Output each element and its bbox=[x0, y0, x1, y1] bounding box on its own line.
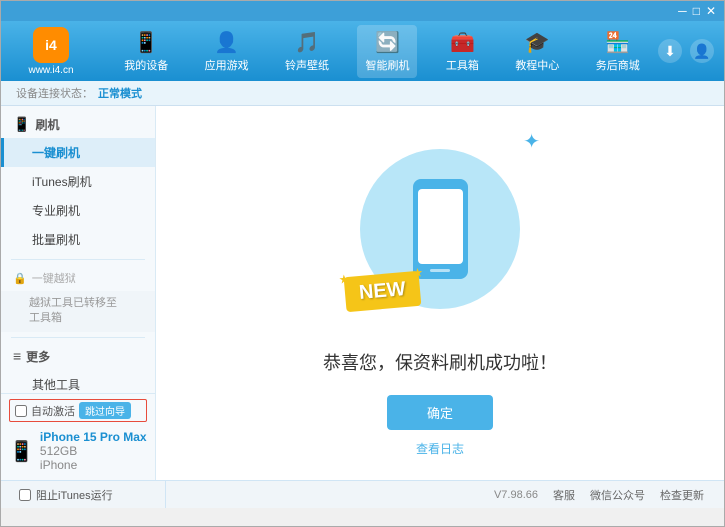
device-details: iPhone 15 Pro Max 512GB iPhone bbox=[40, 430, 147, 472]
check-update-link[interactable]: 检查更新 bbox=[660, 487, 704, 503]
flash-section-icon: 📱 bbox=[13, 116, 30, 133]
close-icon[interactable]: ✕ bbox=[706, 4, 716, 18]
bottom-bar: 阻止iTunes运行 V7.98.66 客服 微信公众号 检查更新 bbox=[1, 480, 724, 508]
sidebar-batch-flash[interactable]: 批量刷机 bbox=[1, 225, 155, 254]
tutorial-icon: 🎓 bbox=[525, 30, 550, 55]
status-prefix: 设备连接状态： bbox=[16, 85, 93, 101]
middle-section: 📱 刷机 一键刷机 iTunes刷机 专业刷机 批量刷机 bbox=[1, 106, 724, 480]
nav-apps-games[interactable]: 👤 应用游戏 bbox=[197, 25, 257, 78]
stop-itunes-checkbox[interactable] bbox=[19, 489, 31, 501]
sidebar-scroll: 📱 刷机 一键刷机 iTunes刷机 专业刷机 批量刷机 bbox=[1, 106, 155, 393]
auto-activate-row: 自动激活 跳过向导 bbox=[9, 399, 147, 422]
smart-flash-icon: 🔄 bbox=[375, 30, 400, 55]
auto-activate-label: 自动激活 bbox=[31, 403, 75, 419]
logo-subtitle: www.i4.cn bbox=[28, 65, 73, 76]
status-bar: 设备连接状态： 正常模式 bbox=[1, 81, 724, 106]
sidebar-divider-2 bbox=[11, 337, 145, 338]
sidebar-itunes-flash[interactable]: iTunes刷机 bbox=[1, 167, 155, 196]
device-name: iPhone 15 Pro Max bbox=[40, 430, 147, 444]
sidebar-pro-flash[interactable]: 专业刷机 bbox=[1, 196, 155, 225]
nav-ringtones[interactable]: 🎵 铃声壁纸 bbox=[277, 25, 337, 78]
version-text: V7.98.66 bbox=[494, 489, 538, 501]
business-icon: 🏪 bbox=[605, 30, 630, 55]
sidebar-jailbreak-disabled: 🔒 一键越狱 bbox=[1, 265, 155, 291]
lock-icon: 🔒 bbox=[13, 272, 27, 285]
nav-bar: 📱 我的设备 👤 应用游戏 🎵 铃声壁纸 🔄 智能刷机 🧰 工具箱 bbox=[106, 25, 658, 78]
header-right: ⬇ 👤 bbox=[658, 39, 714, 63]
sidebar-device-section: 自动激活 跳过向导 📱 iPhone 15 Pro Max 512GB iPho… bbox=[1, 393, 155, 480]
success-message: 恭喜您，保资料刷机成功啦！ bbox=[323, 349, 557, 375]
minimize-icon[interactable]: ─ bbox=[678, 4, 687, 18]
confirm-button[interactable]: 确定 bbox=[387, 395, 493, 430]
device-type: iPhone bbox=[40, 458, 147, 472]
window-titlebar: ─ □ ✕ bbox=[1, 1, 724, 21]
auto-activate-checkbox[interactable] bbox=[15, 405, 27, 417]
customer-service-link[interactable]: 客服 bbox=[553, 487, 575, 503]
phone-home-button bbox=[430, 269, 450, 272]
window-controls: ─ □ ✕ bbox=[678, 4, 716, 18]
header: i4 www.i4.cn 📱 我的设备 👤 应用游戏 🎵 铃声壁纸 bbox=[1, 21, 724, 81]
apps-games-icon: 👤 bbox=[214, 30, 239, 55]
device-info-row: 📱 iPhone 15 Pro Max 512GB iPhone bbox=[9, 427, 147, 475]
ringtones-icon: 🎵 bbox=[295, 30, 320, 55]
account-button[interactable]: 👤 bbox=[690, 39, 714, 63]
nav-toolbox[interactable]: 🧰 工具箱 bbox=[438, 25, 487, 78]
wechat-public-link[interactable]: 微信公众号 bbox=[590, 487, 645, 503]
sidebar-divider-1 bbox=[11, 259, 145, 260]
skip-guide-button[interactable]: 跳过向导 bbox=[79, 402, 131, 419]
sidebar-more-title: ≡ 更多 bbox=[1, 343, 155, 370]
my-device-icon: 📱 bbox=[134, 30, 159, 55]
more-section-icon: ≡ bbox=[13, 348, 21, 364]
success-illustration: NEW ✦ bbox=[340, 129, 540, 329]
device-storage: 512GB bbox=[40, 444, 147, 458]
device-phone-icon: 📱 bbox=[9, 439, 34, 464]
bottom-right-section: V7.98.66 客服 微信公众号 检查更新 bbox=[166, 487, 714, 503]
sidebar: 📱 刷机 一键刷机 iTunes刷机 专业刷机 批量刷机 bbox=[1, 106, 156, 480]
phone-body bbox=[413, 179, 468, 279]
new-badge-text: NEW bbox=[358, 278, 406, 305]
bottom-left-section: 阻止iTunes运行 bbox=[11, 481, 166, 508]
nav-my-device[interactable]: 📱 我的设备 bbox=[116, 25, 176, 78]
new-badge: NEW bbox=[344, 271, 421, 312]
sidebar-one-key-flash[interactable]: 一键刷机 bbox=[1, 138, 155, 167]
status-value: 正常模式 bbox=[98, 85, 142, 101]
sidebar-other-tools[interactable]: 其他工具 bbox=[1, 370, 155, 393]
nav-smart-flash[interactable]: 🔄 智能刷机 bbox=[357, 25, 417, 78]
stop-itunes-label: 阻止iTunes运行 bbox=[36, 487, 113, 503]
logo-icon: i4 bbox=[33, 27, 69, 63]
logo: i4 www.i4.cn bbox=[11, 27, 91, 76]
sidebar-flash-title: 📱 刷机 bbox=[1, 111, 155, 138]
nav-business[interactable]: 🏪 务后商城 bbox=[588, 25, 648, 78]
content-area: NEW ✦ 恭喜您，保资料刷机成功啦！ 确定 查看日志 bbox=[156, 106, 724, 480]
view-log-link[interactable]: 查看日志 bbox=[416, 440, 464, 457]
sparkles-decoration: ✦ bbox=[523, 129, 540, 154]
nav-tutorial[interactable]: 🎓 教程中心 bbox=[507, 25, 567, 78]
sidebar-jailbreak-note: 越狱工具已转移至工具箱 bbox=[1, 291, 155, 332]
phone-screen bbox=[418, 189, 463, 264]
maximize-icon[interactable]: □ bbox=[693, 4, 700, 18]
toolbox-icon: 🧰 bbox=[450, 30, 475, 55]
download-button[interactable]: ⬇ bbox=[658, 39, 682, 63]
